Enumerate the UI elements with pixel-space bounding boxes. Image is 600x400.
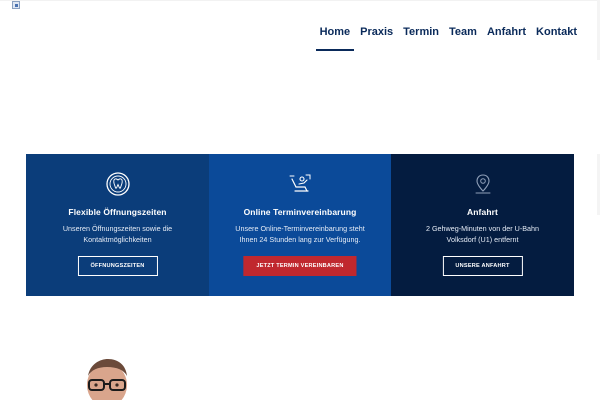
team-member-photo [80,358,134,400]
card-description-line: Unsere Online-Terminvereinbarung steht [235,224,365,233]
nav-item-anfahrt[interactable]: Anfahrt [482,25,531,51]
card-description: Unsere Online-Terminvereinbarung steht I… [223,223,377,245]
card-directions: Anfahrt 2 Gehweg-Minuten von der U-Bahn … [391,154,574,296]
card-online-appointment: Online Terminvereinbarung Unsere Online-… [209,154,391,296]
nav-item-team[interactable]: Team [444,25,482,51]
card-description: Unseren Öffnungszeiten sowie die Kontakt… [40,223,195,245]
card-description-line: 2 Gehweg-Minuten von der U-Bahn [425,224,540,233]
card-description-line: Kontaktmöglichkeiten [83,235,152,244]
card-description-line: Unseren Öffnungszeiten sowie die [62,224,173,233]
nav-item-home[interactable]: Home [315,25,356,51]
info-cards: Flexible Öffnungszeiten Unseren Öffnungs… [26,154,574,296]
logo-image[interactable] [12,1,20,9]
main-navigation: Home Praxis Termin Team Anfahrt Kontakt [315,25,582,51]
opening-hours-button[interactable]: ÖFFNUNGSZEITEN [77,256,158,276]
clock-tooth-icon [105,172,130,196]
book-appointment-button[interactable]: JETZT TERMIN VEREINBAREN [243,256,357,276]
card-description-line: Volksdorf (U1) entfernt [446,235,519,244]
map-pin-icon [475,174,490,194]
card-title: Online Terminvereinbarung [243,207,357,217]
hero-area [0,60,600,154]
card-title: Anfahrt [467,207,498,217]
dental-chair-icon [289,174,311,192]
nav-item-kontakt[interactable]: Kontakt [531,25,582,51]
card-description: 2 Gehweg-Minuten von der U-Bahn Volksdor… [405,223,560,245]
card-title: Flexible Öffnungszeiten [68,207,167,217]
card-description-line: Ihnen 24 Stunden lang zur Verfügung. [239,235,361,244]
nav-item-praxis[interactable]: Praxis [355,25,398,51]
top-border [0,0,600,1]
card-opening-hours: Flexible Öffnungszeiten Unseren Öffnungs… [26,154,209,296]
directions-button[interactable]: UNSERE ANFAHRT [442,256,523,276]
nav-item-termin[interactable]: Termin [398,25,444,51]
